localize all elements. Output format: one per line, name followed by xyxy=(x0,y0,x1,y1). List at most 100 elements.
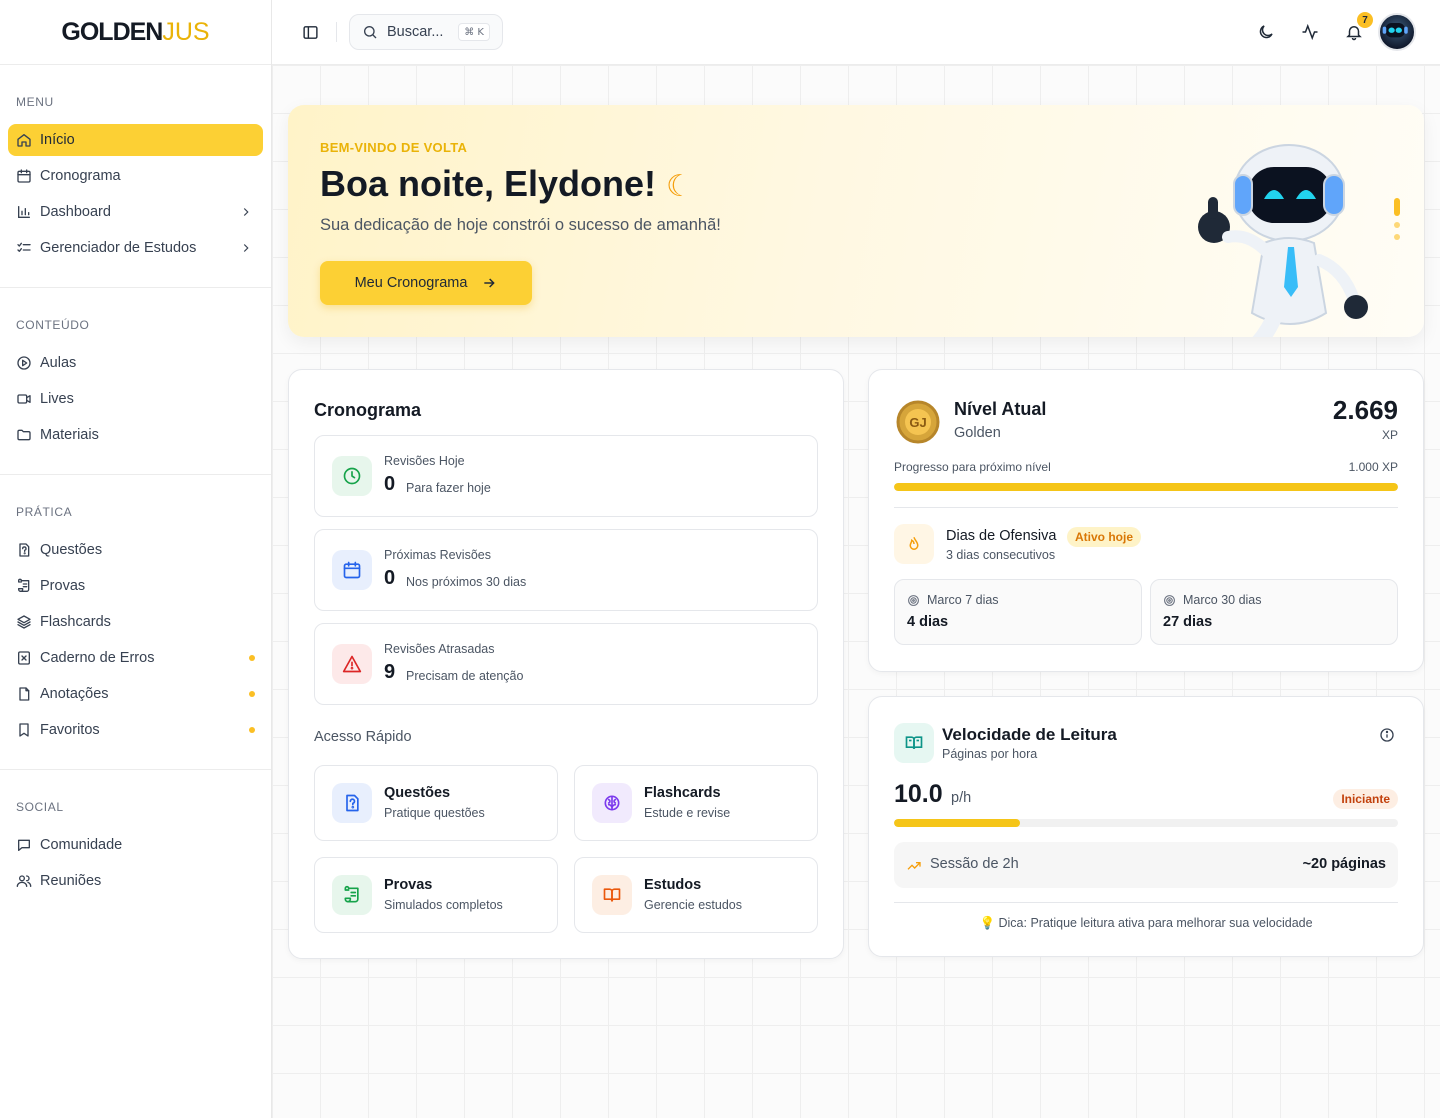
nav-section-heading: PRÁTICA xyxy=(16,505,73,519)
moon-icon[interactable] xyxy=(1257,23,1275,41)
reading-level-badge: Iniciante xyxy=(1333,789,1398,809)
topbar: Buscar... ⌘ K 7 xyxy=(272,0,1440,65)
milestone-value: 27 dias xyxy=(1163,614,1213,630)
divider xyxy=(894,902,1398,903)
info-icon[interactable] xyxy=(1379,727,1395,743)
reading-tip-text: Dica: Pratique leitura ativa para melhor… xyxy=(998,916,1313,930)
greeting-subtitle: Sua dedicação de hoje constrói o sucesso… xyxy=(320,216,721,234)
nav-section: PRÁTICA Questões Provas Flashcards Caderno d… xyxy=(0,475,271,770)
sidebar-item-questoes[interactable]: Questões xyxy=(8,534,263,566)
scroll-icon xyxy=(332,875,372,915)
sidebar-item-caderno-de-erros[interactable]: Caderno de Erros xyxy=(8,642,263,674)
users-icon xyxy=(16,873,32,889)
target-icon xyxy=(1163,594,1176,607)
moon-emoji-icon: ☾ xyxy=(666,170,693,203)
sidebar-item-label: Favoritos xyxy=(40,722,100,738)
sidebar-item-label: Materiais xyxy=(40,427,99,443)
scroll-icon xyxy=(16,578,32,594)
logo[interactable]: GOLDENJUS xyxy=(0,0,271,65)
quick-access-title: Questões xyxy=(384,785,451,801)
quick-access-estudos[interactable]: Estudos Gerencie estudos xyxy=(574,857,818,933)
question-file-icon xyxy=(16,542,32,558)
sidebar-nav: MENU Início Cronograma Dashboard Gerenciador… xyxy=(0,65,271,920)
divider xyxy=(894,507,1398,508)
sidebar-item-aulas[interactable]: Aulas xyxy=(8,347,263,379)
chevron-right-icon xyxy=(239,241,253,255)
sidebar-item-materiais[interactable]: Materiais xyxy=(8,419,263,451)
nav-section-heading: CONTEÚDO xyxy=(16,318,90,332)
quick-access-title: Estudos xyxy=(644,877,702,893)
layers-icon xyxy=(16,614,32,630)
review-count: 0 xyxy=(384,567,396,589)
review-count: 9 xyxy=(384,661,396,683)
search-placeholder: Buscar... xyxy=(387,24,444,40)
milestone-value: 4 dias xyxy=(907,614,949,630)
sidebar-item-inicio[interactable]: Início xyxy=(8,124,263,156)
my-schedule-button-label: Meu Cronograma xyxy=(354,275,468,291)
xp-value: 2.669 xyxy=(1332,395,1398,425)
reading-progress-fill xyxy=(894,819,1020,827)
sidebar-item-cronograma[interactable]: Cronograma xyxy=(8,160,263,192)
flame-icon-box xyxy=(894,524,934,564)
book-open-icon xyxy=(905,736,923,749)
search-input[interactable]: Buscar... ⌘ K xyxy=(349,14,503,50)
new-indicator-dot xyxy=(249,655,255,661)
progress-label: Progresso para próximo nível xyxy=(894,460,1051,474)
book-open-icon xyxy=(592,875,632,915)
sidebar-item-flashcards[interactable]: Flashcards xyxy=(8,606,263,638)
sidebar-item-label: Anotações xyxy=(40,686,109,702)
nav-section-heading: SOCIAL xyxy=(16,800,64,814)
sidebar-item-favoritos[interactable]: Favoritos xyxy=(8,714,263,746)
book-icon-box xyxy=(894,723,934,763)
session-estimate: Sessão de 2h ~20 páginas xyxy=(894,842,1398,888)
sidebar-item-gerenciador-de-estudos[interactable]: Gerenciador de Estudos xyxy=(8,232,263,264)
chevron-right-icon xyxy=(239,205,253,219)
pager-dot[interactable] xyxy=(1394,222,1400,228)
streak-subtitle: 3 dias consecutivos xyxy=(946,548,1056,562)
reading-title: Velocidade de Leitura xyxy=(942,725,1117,744)
banner-pager[interactable] xyxy=(1394,198,1400,246)
schedule-card-title: Cronograma xyxy=(314,400,422,420)
sidebar-item-reunioes[interactable]: Reuniões xyxy=(8,865,263,897)
alert-triangle-icon xyxy=(332,644,372,684)
sidebar-item-lives[interactable]: Lives xyxy=(8,383,263,415)
avatar[interactable] xyxy=(1378,13,1416,51)
quick-access-title: Flashcards xyxy=(644,785,721,801)
review-stat-overdue[interactable]: Revisões Atrasadas 9 Precisam de atenção xyxy=(314,623,818,705)
sidebar-item-label: Flashcards xyxy=(40,614,111,630)
review-label: Revisões Atrasadas xyxy=(384,642,495,656)
sidebar-item-label: Cronograma xyxy=(40,168,121,184)
quick-access-questoes[interactable]: Questões Pratique questões xyxy=(314,765,558,841)
trending-up-icon xyxy=(907,862,921,870)
reading-speed-unit: p/h xyxy=(951,790,972,806)
pager-dot-active[interactable] xyxy=(1394,198,1400,216)
streak-title: Dias de Ofensiva xyxy=(946,528,1057,544)
quick-access-title: Provas xyxy=(384,877,433,893)
quick-access-flashcards[interactable]: Flashcards Estude e revise xyxy=(574,765,818,841)
sidebar-item-comunidade[interactable]: Comunidade xyxy=(8,829,263,861)
new-indicator-dot xyxy=(249,727,255,733)
my-schedule-button[interactable]: Meu Cronograma xyxy=(320,261,532,305)
sidebar-item-label: Lives xyxy=(40,391,74,407)
sidebar-item-label: Aulas xyxy=(40,355,77,371)
clock-icon xyxy=(332,456,372,496)
video-icon xyxy=(16,391,32,407)
review-stat-today[interactable]: Revisões Hoje 0 Para fazer hoje xyxy=(314,435,818,517)
pager-dot[interactable] xyxy=(1394,234,1400,240)
sidebar-item-dashboard[interactable]: Dashboard xyxy=(8,196,263,228)
sidebar-item-label: Comunidade xyxy=(40,837,123,853)
sidebar-item-anotacoes[interactable]: Anotações xyxy=(8,678,263,710)
nav-section: CONTEÚDO Aulas Lives Materiais xyxy=(0,288,271,475)
quick-access-provas[interactable]: Provas Simulados completos xyxy=(314,857,558,933)
robot-mascot-illustration xyxy=(1198,144,1368,337)
calendar-icon xyxy=(332,550,372,590)
activity-icon[interactable] xyxy=(1301,23,1319,41)
greeting-text: Boa noite, Elydone! xyxy=(320,163,657,204)
quick-access-subtitle: Simulados completos xyxy=(384,898,503,912)
reading-subtitle: Páginas por hora xyxy=(942,747,1038,761)
quick-access-subtitle: Gerencie estudos xyxy=(644,898,742,912)
level-progress-fill xyxy=(894,483,1398,491)
review-stat-upcoming[interactable]: Próximas Revisões 0 Nos próximos 30 dias xyxy=(314,529,818,611)
sidebar-toggle-icon[interactable] xyxy=(302,24,319,41)
sidebar-item-provas[interactable]: Provas xyxy=(8,570,263,602)
